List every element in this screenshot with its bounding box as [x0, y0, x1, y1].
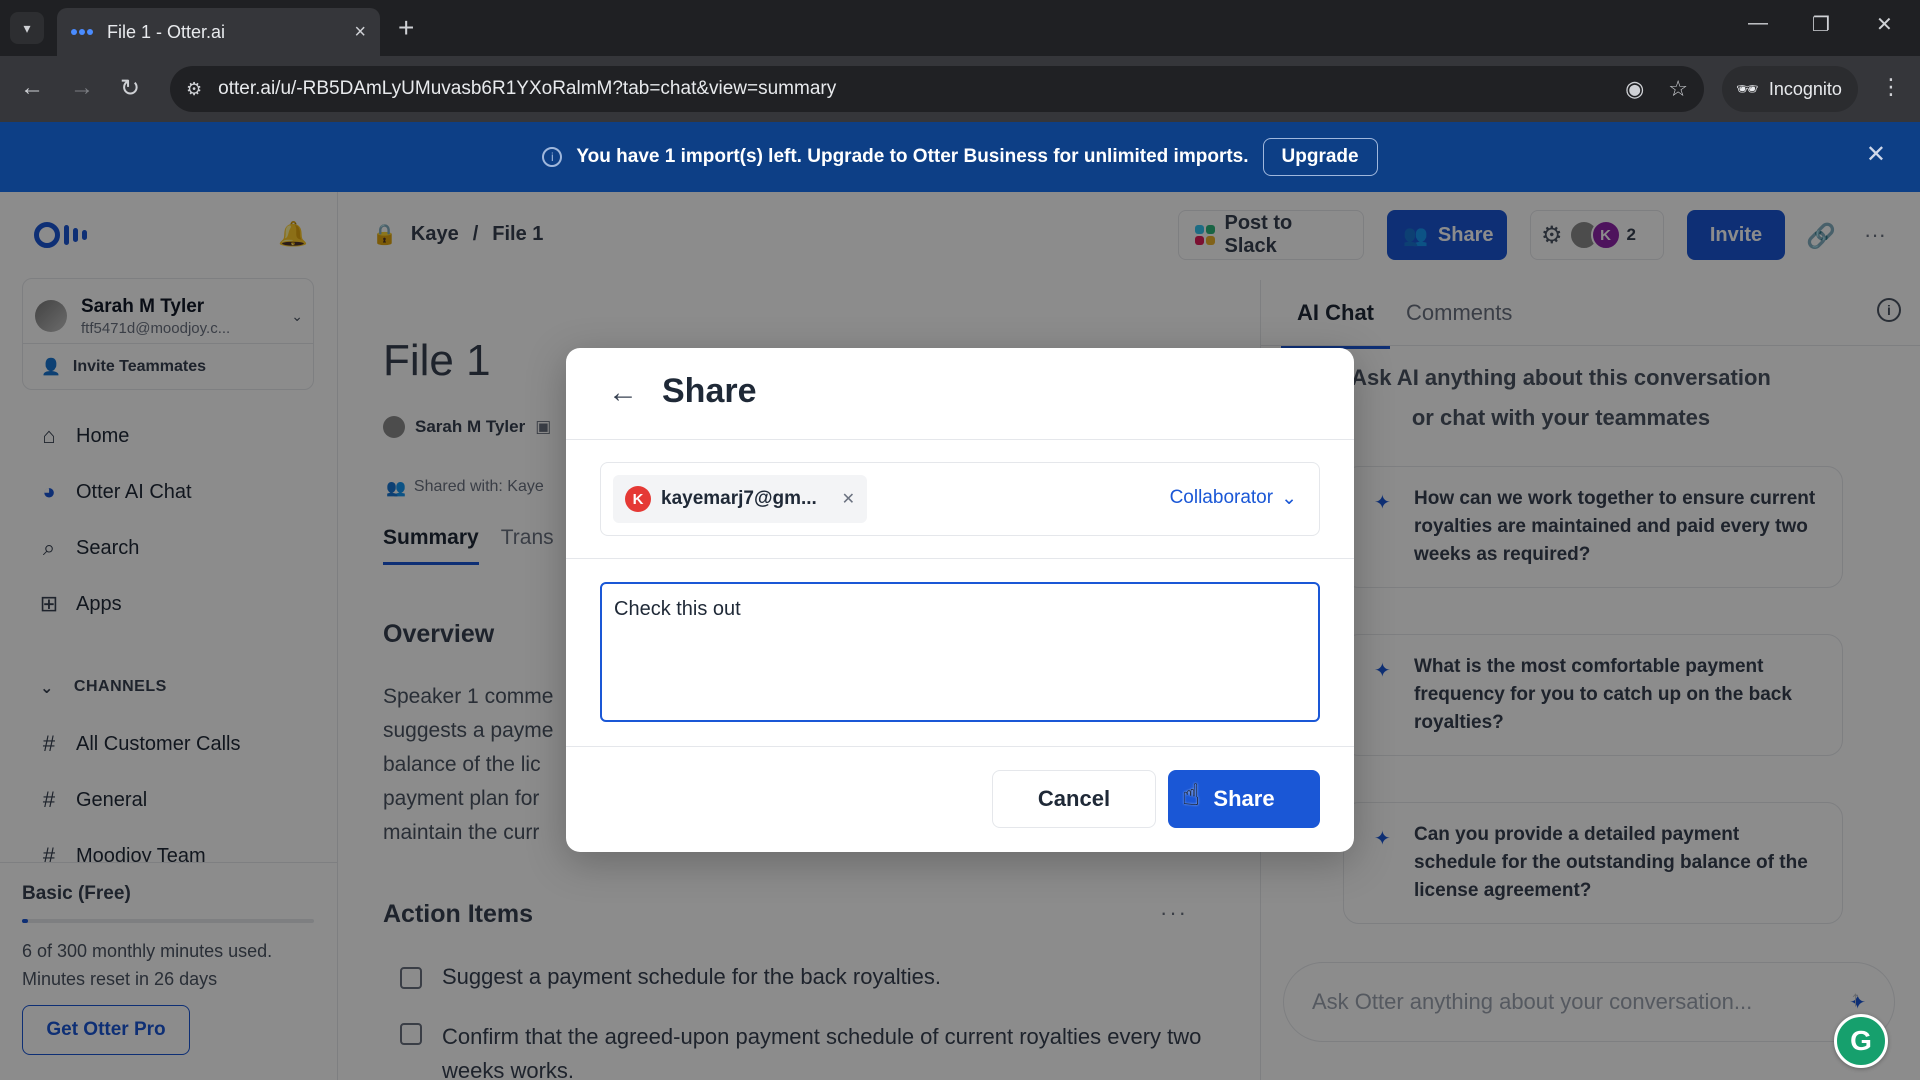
bookmark-star-icon[interactable]: ☆	[1668, 76, 1688, 102]
share-message-text: Check this out	[614, 598, 741, 620]
new-tab-icon[interactable]: +	[398, 12, 414, 44]
mouse-pointer-icon: ☝	[1182, 779, 1201, 812]
banner-text: You have 1 import(s) left. Upgrade to Ot…	[576, 146, 1248, 168]
share-message-textarea[interactable]: Check this out	[600, 582, 1320, 722]
otter-favicon-icon	[71, 26, 93, 38]
banner-text-end: for unlimited imports.	[1047, 146, 1249, 167]
incognito-badge[interactable]: 🕶 Incognito	[1722, 66, 1858, 112]
remove-recipient-icon[interactable]: ✕	[842, 489, 855, 509]
cancel-button[interactable]: Cancel	[992, 770, 1156, 828]
recipient-field[interactable]: K kayemarj7@gm... ✕ Collaborator ⌄	[600, 462, 1320, 536]
recipient-chip: K kayemarj7@gm... ✕	[613, 475, 867, 523]
info-icon: i	[542, 147, 563, 167]
role-label: Collaborator	[1169, 487, 1274, 508]
close-banner-icon[interactable]: ✕	[1866, 140, 1886, 169]
role-dropdown[interactable]: Collaborator ⌄	[1170, 487, 1297, 510]
browser-tab-strip: ▾ File 1 - Otter.ai × + — ❐ ✕	[0, 0, 1920, 56]
reload-icon[interactable]: ↻	[120, 74, 140, 103]
minimize-window-icon[interactable]: —	[1748, 12, 1768, 35]
forward-arrow-icon[interactable]: →	[70, 74, 94, 102]
banner-brand: Otter Business	[912, 146, 1048, 167]
tracking-protection-eye-icon[interactable]: ◉	[1625, 76, 1644, 102]
upgrade-button[interactable]: Upgrade	[1262, 138, 1378, 176]
browser-menu-icon[interactable]: ⋮	[1880, 74, 1902, 100]
url-text: otter.ai/u/-RB5DAmLyUMuvasb6R1YXoRalmM?t…	[218, 78, 837, 99]
share-dialog: ← Share K kayemarj7@gm... ✕ Collaborator…	[566, 348, 1354, 852]
divider	[566, 558, 1354, 559]
tab-search-chevron-icon[interactable]: ▾	[10, 12, 44, 44]
close-window-icon[interactable]: ✕	[1876, 12, 1893, 37]
upgrade-banner: i You have 1 import(s) left. Upgrade to …	[0, 122, 1920, 192]
chevron-down-icon: ⌄	[1281, 488, 1297, 509]
back-arrow-icon[interactable]: ←	[608, 376, 638, 410]
share-dialog-title: Share	[662, 372, 757, 410]
divider	[566, 746, 1354, 747]
incognito-icon: 🕶	[1736, 78, 1759, 99]
recipient-avatar: K	[625, 486, 651, 512]
browser-tab[interactable]: File 1 - Otter.ai ×	[57, 8, 380, 56]
grammarly-icon[interactable]: G	[1834, 1014, 1888, 1068]
banner-text-start: You have 1 import(s) left. Upgrade to	[576, 146, 913, 167]
recipient-email: kayemarj7@gm...	[661, 488, 817, 509]
incognito-label: Incognito	[1768, 78, 1842, 99]
site-settings-icon[interactable]: ⚙	[186, 79, 202, 100]
close-tab-icon[interactable]: ×	[354, 21, 366, 44]
browser-toolbar: ← → ↻ ⚙ otter.ai/u/-RB5DAmLyUMuvasb6R1YX…	[0, 56, 1920, 122]
address-bar[interactable]: ⚙ otter.ai/u/-RB5DAmLyUMuvasb6R1YXoRalmM…	[170, 66, 1704, 112]
share-dialog-header: ← Share	[566, 348, 1354, 440]
restore-window-icon[interactable]: ❐	[1812, 12, 1830, 37]
back-arrow-icon[interactable]: ←	[20, 74, 44, 102]
browser-tab-title: File 1 - Otter.ai	[107, 21, 226, 42]
